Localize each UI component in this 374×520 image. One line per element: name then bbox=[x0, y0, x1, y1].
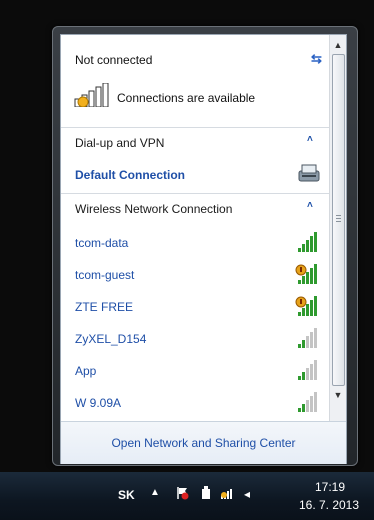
action-center-flag-icon[interactable] bbox=[176, 486, 190, 500]
signal-bar bbox=[310, 236, 313, 252]
chevron-up-icon[interactable]: ˄ bbox=[307, 134, 313, 145]
scroll-down-button[interactable]: ▼ bbox=[331, 387, 345, 403]
dialup-item-default[interactable]: Default Connection bbox=[61, 159, 329, 191]
signal-bar bbox=[302, 276, 305, 284]
signal-bar bbox=[310, 332, 313, 348]
signal-bar bbox=[306, 336, 309, 348]
dialup-item-label: Default Connection bbox=[75, 168, 185, 182]
chevron-up-icon[interactable]: ˄ bbox=[307, 200, 313, 211]
clock-time[interactable]: 17:19 bbox=[306, 480, 354, 494]
network-tray-icon[interactable] bbox=[220, 486, 236, 500]
signal-bar bbox=[306, 272, 309, 284]
network-name: ZTE FREE bbox=[75, 300, 134, 314]
signal-bar bbox=[302, 244, 305, 252]
scroll-up-button[interactable]: ▲ bbox=[331, 37, 345, 53]
signal-bar bbox=[310, 300, 313, 316]
signal-bar bbox=[310, 396, 313, 412]
section-wireless[interactable]: Wireless Network Connection ˄ bbox=[61, 193, 329, 224]
language-indicator[interactable]: SK bbox=[118, 488, 135, 502]
network-item[interactable]: tcom-guest bbox=[61, 259, 329, 291]
signal-bar bbox=[298, 312, 301, 316]
signal-bar bbox=[298, 248, 301, 252]
network-item[interactable]: App bbox=[61, 355, 329, 387]
network-name: W 9.09A bbox=[75, 396, 122, 410]
signal-bar bbox=[310, 364, 313, 380]
section-dialup-label: Dial-up and VPN bbox=[75, 136, 165, 150]
network-item[interactable]: tcom-data bbox=[61, 227, 329, 259]
availability-text: Connections are available bbox=[117, 91, 256, 105]
clock-date[interactable]: 16. 7. 2013 bbox=[290, 498, 368, 512]
section-wireless-label: Wireless Network Connection bbox=[75, 202, 233, 216]
scroll-thumb[interactable] bbox=[332, 54, 345, 386]
security-mark bbox=[300, 299, 302, 304]
section-dialup-vpn[interactable]: Dial-up and VPN ˄ bbox=[61, 127, 329, 158]
signal-strength-icon bbox=[298, 360, 317, 380]
signal-bar bbox=[302, 340, 305, 348]
network-item[interactable]: W 9.09A bbox=[61, 387, 329, 419]
signal-bar bbox=[306, 368, 309, 380]
signal-bar bbox=[306, 240, 309, 252]
network-item[interactable]: ZyXEL_D154 bbox=[61, 323, 329, 355]
signal-strength-icon bbox=[298, 392, 317, 412]
signal-bar bbox=[298, 344, 301, 348]
removable-device-icon[interactable] bbox=[200, 486, 212, 500]
network-item[interactable]: ZTE FREE bbox=[61, 291, 329, 323]
signal-bar bbox=[314, 328, 317, 348]
signal-bar bbox=[310, 268, 313, 284]
signal-bar bbox=[306, 400, 309, 412]
network-list-content: Not connected ⇆ Connections are availabl… bbox=[61, 35, 329, 421]
taskbar: SK ▲ ◂ 17:19 16. 7. 2013 bbox=[0, 472, 374, 520]
signal-bar bbox=[302, 308, 305, 316]
footer: Open Network and Sharing Center bbox=[61, 421, 346, 464]
connection-status: Not connected bbox=[75, 53, 153, 67]
signal-bar bbox=[306, 304, 309, 316]
show-hidden-icons-icon[interactable]: ▲ bbox=[150, 487, 160, 498]
signal-bar bbox=[302, 404, 305, 412]
signal-strength-icon bbox=[295, 296, 317, 316]
signal-bar bbox=[314, 232, 317, 252]
signal-bar bbox=[314, 360, 317, 380]
network-flyout: Not connected ⇆ Connections are availabl… bbox=[60, 34, 347, 464]
signal-bar bbox=[298, 280, 301, 284]
signal-strength-icon bbox=[298, 232, 317, 252]
signal-bar bbox=[302, 372, 305, 380]
modem-icon bbox=[298, 164, 320, 182]
security-mark bbox=[300, 267, 302, 272]
signal-bar bbox=[298, 376, 301, 380]
network-name: ZyXEL_D154 bbox=[75, 332, 147, 346]
open-network-sharing-center-link[interactable]: Open Network and Sharing Center bbox=[61, 436, 346, 450]
volume-icon[interactable]: ◂ bbox=[244, 487, 250, 501]
signal-bar bbox=[314, 264, 317, 284]
network-name: tcom-data bbox=[75, 236, 129, 250]
scrollbar[interactable]: ▲ ▼ bbox=[329, 35, 346, 421]
refresh-icon[interactable]: ⇆ bbox=[311, 51, 322, 67]
network-available-icon bbox=[74, 83, 109, 107]
signal-strength-icon bbox=[298, 328, 317, 348]
signal-strength-icon bbox=[295, 264, 317, 284]
signal-bar bbox=[314, 392, 317, 412]
scroll-grip bbox=[336, 215, 341, 223]
network-name: tcom-guest bbox=[75, 268, 135, 282]
signal-bar bbox=[314, 296, 317, 316]
signal-bar bbox=[298, 408, 301, 412]
network-name: App bbox=[75, 364, 97, 378]
